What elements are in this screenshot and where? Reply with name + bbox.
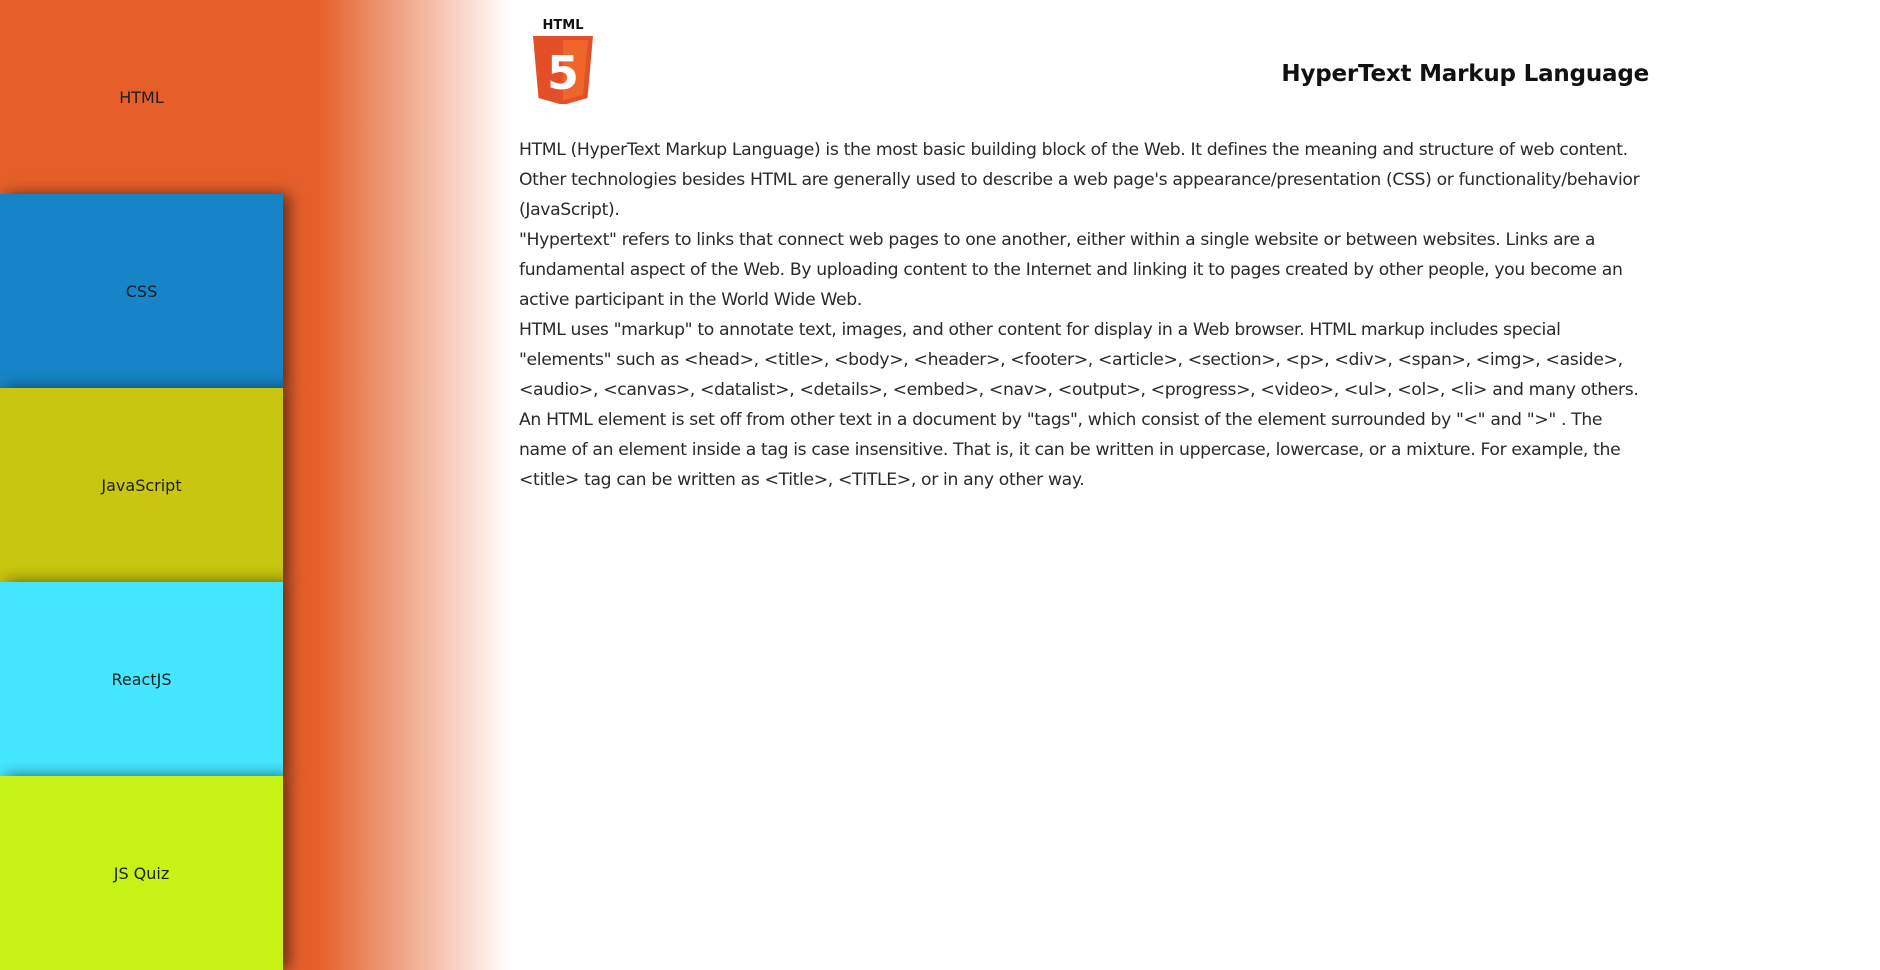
logo-text: HTML <box>543 18 584 33</box>
sidebar-nav: HTML CSS JavaScript ReactJS JS Quiz <box>0 0 283 970</box>
active-color-gradient <box>270 0 510 970</box>
article-paragraph: "Hypertext" refers to links that connect… <box>519 230 1623 310</box>
html5-logo-icon: HTML 5 <box>531 16 595 105</box>
page-title: HyperText Markup Language <box>1281 61 1649 88</box>
sidebar-item-html[interactable]: HTML <box>0 0 283 194</box>
sidebar-item-label: JavaScript <box>101 475 182 495</box>
sidebar-item-js-quiz[interactable]: JS Quiz <box>0 776 283 970</box>
sidebar-item-javascript[interactable]: JavaScript <box>0 388 283 582</box>
article-paragraph: HTML uses "markup" to annotate text, ima… <box>519 320 1639 400</box>
sidebar-item-label: CSS <box>125 281 158 301</box>
sidebar-item-css[interactable]: CSS <box>0 194 283 388</box>
sidebar-item-label: HTML <box>119 87 164 107</box>
page: HTML CSS JavaScript ReactJS JS Quiz HTML… <box>0 0 1880 970</box>
logo-number: 5 <box>547 46 579 100</box>
sidebar-item-reactjs[interactable]: ReactJS <box>0 582 283 776</box>
article-paragraph: HTML (HyperText Markup Language) is the … <box>519 140 1640 220</box>
html5-logo-svg: HTML 5 <box>533 18 593 105</box>
sidebar-item-label: ReactJS <box>111 669 172 689</box>
article-body: HTML (HyperText Markup Language) is the … <box>519 135 1649 495</box>
article-paragraph: An HTML element is set off from other te… <box>519 410 1621 490</box>
sidebar-item-label: JS Quiz <box>113 863 170 883</box>
main-content: HTML 5 HyperText Markup Language HTML (H… <box>519 0 1649 970</box>
